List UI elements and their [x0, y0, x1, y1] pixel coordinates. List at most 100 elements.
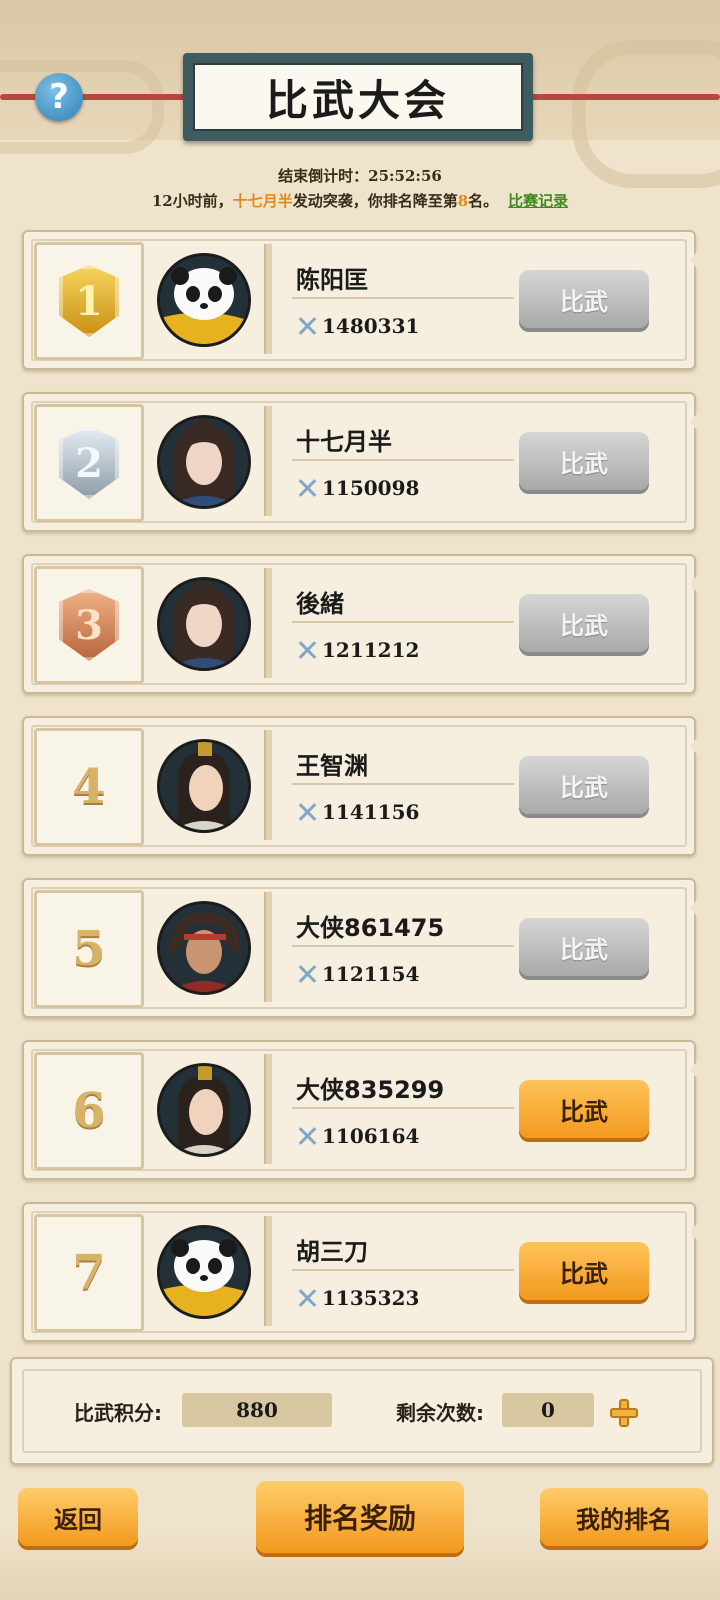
player-power: 1150098	[296, 476, 419, 500]
divider	[264, 406, 272, 516]
countdown-timer: 结束倒计时：25:52:56	[278, 167, 442, 185]
player-name: 後緒	[296, 590, 344, 618]
player-avatar[interactable]	[157, 1225, 251, 1319]
player-card: 1 陈阳匡 1480331 比武	[22, 230, 700, 370]
card-notch	[690, 734, 700, 758]
notice-suffix: 名。	[468, 192, 499, 210]
player-power: 1211212	[296, 638, 419, 662]
name-underline	[292, 783, 514, 785]
card-notch	[690, 248, 700, 272]
card-notch	[690, 1058, 700, 1082]
rank-medal-icon: 1	[59, 265, 119, 337]
rank-badge: 5	[34, 890, 144, 1008]
rank-badge: 4	[34, 728, 144, 846]
rank-badge: 3	[34, 566, 144, 684]
notice-rank: 8	[457, 192, 469, 210]
points-label: 比武积分:	[74, 1401, 162, 1425]
add-attempts-button[interactable]	[610, 1399, 638, 1427]
player-avatar[interactable]	[157, 253, 251, 347]
player-avatar[interactable]	[157, 739, 251, 833]
rank-badge: 6	[34, 1052, 144, 1170]
name-underline	[292, 621, 514, 623]
player-name: 十七月半	[296, 428, 392, 456]
player-name: 大侠835299	[296, 1076, 445, 1104]
challenge-button[interactable]: 比武	[519, 1242, 649, 1300]
crossed-swords-icon	[296, 1287, 318, 1309]
player-power: 1141156	[296, 800, 419, 824]
power-value: 1211212	[322, 638, 420, 662]
power-value: 1135323	[322, 1286, 420, 1310]
rank-number: 7	[72, 1245, 106, 1301]
power-value: 1106164	[322, 1124, 420, 1148]
player-power: 1135323	[296, 1286, 419, 1310]
rank-badge: 1	[34, 242, 144, 360]
crossed-swords-icon	[296, 315, 318, 337]
name-underline	[292, 297, 514, 299]
rank-number: 6	[72, 1083, 106, 1139]
title-plaque: 比武大会	[183, 53, 533, 141]
power-value: 1141156	[322, 800, 420, 824]
divider	[264, 568, 272, 678]
player-card: 4 王智渊 1141156 比武	[22, 716, 700, 856]
crossed-swords-icon	[296, 477, 318, 499]
card-notch	[690, 1220, 700, 1244]
crossed-swords-icon	[296, 801, 318, 823]
player-avatar[interactable]	[157, 901, 251, 995]
player-avatar[interactable]	[157, 415, 251, 509]
divider	[264, 730, 272, 840]
notice-mid: 发动突袭，你排名降至第	[292, 192, 458, 210]
rank-number: 2	[75, 439, 103, 487]
challenge-button[interactable]: 比武	[519, 756, 649, 814]
player-name: 王智渊	[296, 752, 368, 780]
power-value: 1150098	[322, 476, 420, 500]
player-name: 大侠861475	[296, 914, 445, 942]
challenge-button[interactable]: 比武	[519, 432, 649, 490]
card-notch	[690, 896, 700, 920]
back-button[interactable]: 返回	[18, 1488, 138, 1546]
my-ranking-button[interactable]: 我的排名	[540, 1488, 708, 1546]
card-notch	[690, 410, 700, 434]
remaining-value: 0	[502, 1393, 594, 1427]
rank-badge: 7	[34, 1214, 144, 1332]
power-value: 1480331	[322, 314, 420, 338]
player-name: 胡三刀	[296, 1238, 368, 1266]
player-name: 陈阳匡	[296, 266, 368, 294]
player-card: 6 大侠835299 1106164 比武	[22, 1040, 700, 1180]
name-underline	[292, 1269, 514, 1271]
player-card: 3 後緒 1211212 比武	[22, 554, 700, 694]
notice-attacker: 十七月半	[232, 192, 293, 210]
remaining-label: 剩余次数:	[396, 1401, 484, 1425]
ranking-rewards-button[interactable]: 排名奖励	[256, 1481, 464, 1553]
notice-prefix: 12小时前，	[151, 192, 233, 210]
challenge-button[interactable]: 比武	[519, 1080, 649, 1138]
name-underline	[292, 459, 514, 461]
player-power: 1121154	[296, 962, 419, 986]
crossed-swords-icon	[296, 639, 318, 661]
rank-medal-icon: 2	[59, 427, 119, 499]
divider	[264, 1054, 272, 1164]
score-panel: 比武积分: 880 剩余次数: 0	[10, 1357, 714, 1465]
divider	[264, 244, 272, 354]
rank-number: 1	[75, 277, 103, 325]
player-power: 1106164	[296, 1124, 419, 1148]
player-avatar[interactable]	[157, 1063, 251, 1157]
event-notice: 12小时前，十七月半发动突袭，你排名降至第8名。 比赛记录	[0, 190, 720, 211]
challenge-button[interactable]: 比武	[519, 594, 649, 652]
rank-number: 5	[72, 921, 106, 977]
crossed-swords-icon	[296, 1125, 318, 1147]
divider	[264, 892, 272, 1002]
help-button[interactable]: ?	[35, 73, 83, 121]
player-card: 7 胡三刀 1135323 比武	[22, 1202, 700, 1342]
player-card: 5 大侠861475 1121154 比武	[22, 878, 700, 1018]
question-icon: ?	[49, 77, 69, 117]
player-avatar[interactable]	[157, 577, 251, 671]
match-record-link[interactable]: 比赛记录	[508, 192, 568, 210]
challenge-button[interactable]: 比武	[519, 918, 649, 976]
name-underline	[292, 1107, 514, 1109]
challenge-button[interactable]: 比武	[519, 270, 649, 328]
player-power: 1480331	[296, 314, 419, 338]
name-underline	[292, 945, 514, 947]
points-value: 880	[182, 1393, 332, 1427]
rope-decoration	[0, 94, 190, 100]
power-value: 1121154	[322, 962, 420, 986]
